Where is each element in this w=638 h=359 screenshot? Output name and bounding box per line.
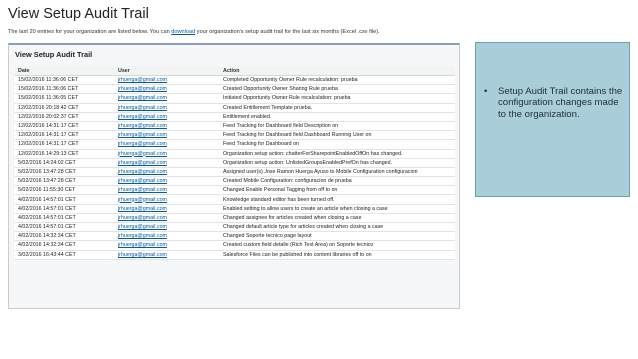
column-header-date: Date xyxy=(15,66,115,76)
date-cell: 5/02/2016 13:47:28 CET xyxy=(15,167,115,178)
date-cell: 4/02/2016 14:57:01 CET xyxy=(15,213,115,224)
user-link[interactable]: jrhuerga@gmail.com xyxy=(115,130,220,141)
intro-text-before: The last 20 entries for your organizatio… xyxy=(8,29,172,35)
audit-table-body: 15/02/2016 11:36:06 CET jrhuerga@gmail.co… xyxy=(15,75,455,260)
date-cell: 12/02/2016 14:29:13 CET xyxy=(15,149,115,159)
callout-text: Setup Audit Trail contains the configura… xyxy=(498,86,623,120)
user-link[interactable]: jrhuerga@gmail.com xyxy=(115,240,220,251)
table-row: 12/02/2016 20:02:37 CET jrhuerga@gmail.co… xyxy=(15,112,455,122)
date-cell: 5/02/2016 13:47:28 CET xyxy=(15,176,115,187)
table-row: 5/02/2016 13:47:28 CET jrhuerga@gmail.com… xyxy=(15,176,455,187)
action-cell: Created custom field detalle (Rich Text … xyxy=(220,240,455,251)
date-cell: 15/02/2016 11:36:06 CET xyxy=(15,75,115,86)
action-cell: Knowledge standard editor has been turne… xyxy=(220,194,455,205)
download-link[interactable]: download xyxy=(171,29,195,35)
panel-heading: View Setup Audit Trail xyxy=(15,50,93,59)
action-cell: Created Opportunity Owner Sharing Rule p… xyxy=(220,84,455,95)
user-link[interactable]: jrhuerga@gmail.com xyxy=(115,158,220,168)
table-row: 4/02/2016 14:32:34 CET jrhuerga@gmail.com… xyxy=(15,231,455,242)
user-link[interactable]: jrhuerga@gmail.com xyxy=(115,121,220,132)
table-row: 12/02/2016 14:31:17 CET jrhuerga@gmail.co… xyxy=(15,121,455,132)
date-cell: 12/02/2016 14:31:17 CET xyxy=(15,139,115,150)
action-cell: Assigned user(s) Jose Ramon Huerga Ayuso… xyxy=(220,167,455,178)
action-cell: Changed default article type for article… xyxy=(220,222,455,233)
user-link[interactable]: jrhuerga@gmail.com xyxy=(115,139,220,150)
action-cell: Organization setup action: chatterForSha… xyxy=(220,149,455,159)
table-row: 4/02/2016 14:57:01 CET jrhuerga@gmail.com… xyxy=(15,213,455,224)
table-row: 4/02/2016 14:57:01 CET jrhuerga@gmail.com… xyxy=(15,222,455,233)
table-row: 4/02/2016 14:32:34 CET jrhuerga@gmail.com… xyxy=(15,240,455,251)
bullet-icon: • xyxy=(484,86,488,97)
table-row: 12/02/2016 14:31:17 CET jrhuerga@gmail.co… xyxy=(15,130,455,141)
date-cell: 4/02/2016 14:57:01 CET xyxy=(15,194,115,205)
intro-text: The last 20 entries for your organizatio… xyxy=(8,29,380,35)
audit-trail-table: Date User Action 15/02/2016 11:36:06 CET… xyxy=(15,66,455,260)
user-link[interactable]: jrhuerga@gmail.com xyxy=(115,103,220,113)
date-cell: 12/02/2016 14:31:17 CET xyxy=(15,130,115,141)
date-cell: 12/02/2016 14:31:17 CET xyxy=(15,121,115,132)
user-link[interactable]: jrhuerga@gmail.com xyxy=(115,204,220,214)
user-link[interactable]: jrhuerga@gmail.com xyxy=(115,222,220,233)
action-cell: Changed Enable Personal Tagging from off… xyxy=(220,185,455,196)
user-link[interactable]: jrhuerga@gmail.com xyxy=(115,213,220,224)
user-link[interactable]: jrhuerga@gmail.com xyxy=(115,84,220,95)
action-cell: Salesforce Files can be published into c… xyxy=(220,250,455,260)
date-cell: 4/02/2016 14:32:34 CET xyxy=(15,231,115,242)
user-link[interactable]: jrhuerga@gmail.com xyxy=(115,194,220,205)
user-link[interactable]: jrhuerga@gmail.com xyxy=(115,176,220,187)
action-cell: Changed Soporte tecnico page layout xyxy=(220,231,455,242)
action-cell: Enabled setting to allow users to create… xyxy=(220,204,455,214)
action-cell: Created Entitlement Template prueba. xyxy=(220,103,455,113)
table-row: 5/02/2016 14:24:02 CET jrhuerga@gmail.com… xyxy=(15,158,455,168)
date-cell: 4/02/2016 14:32:34 CET xyxy=(15,240,115,251)
column-header-user: User xyxy=(115,66,220,76)
page-title: View Setup Audit Trail xyxy=(8,6,149,22)
table-row: 5/02/2016 13:47:28 CET jrhuerga@gmail.com… xyxy=(15,167,455,178)
user-link[interactable]: jrhuerga@gmail.com xyxy=(115,167,220,178)
action-cell: Changed assignee for articles created wh… xyxy=(220,213,455,224)
date-cell: 4/02/2016 14:57:01 CET xyxy=(15,222,115,233)
action-cell: Organization setup action: UnlistedGroup… xyxy=(220,158,455,168)
user-link[interactable]: jrhuerga@gmail.com xyxy=(115,231,220,242)
table-row: 15/02/2016 11:36:06 CET jrhuerga@gmail.co… xyxy=(15,84,455,95)
table-row: 4/02/2016 14:57:01 CET jrhuerga@gmail.com… xyxy=(15,204,455,214)
audit-trail-panel: View Setup Audit Trail Date User Action … xyxy=(8,43,460,309)
user-link[interactable]: jrhuerga@gmail.com xyxy=(115,250,220,260)
table-row: 3/02/2016 16:43:44 CET jrhuerga@gmail.com… xyxy=(15,250,455,260)
user-link[interactable]: jrhuerga@gmail.com xyxy=(115,185,220,196)
table-row: 12/02/2016 14:29:13 CET jrhuerga@gmail.co… xyxy=(15,149,455,159)
table-row: 15/02/2016 11:36:05 CET jrhuerga@gmail.co… xyxy=(15,93,455,104)
date-cell: 4/02/2016 14:57:01 CET xyxy=(15,204,115,214)
intro-text-after: your organization's setup audit trail fo… xyxy=(195,29,380,35)
action-cell: Entitlement enabled. xyxy=(220,112,455,122)
date-cell: 12/02/2016 20:18:42 CET xyxy=(15,103,115,113)
action-cell: Feed Tracking for Dashboard field Dashbo… xyxy=(220,130,455,141)
table-row: 4/02/2016 14:57:01 CET jrhuerga@gmail.com… xyxy=(15,194,455,205)
callout-box: • Setup Audit Trail contains the configu… xyxy=(475,42,630,197)
table-row: 12/02/2016 20:18:42 CET jrhuerga@gmail.co… xyxy=(15,103,455,113)
date-cell: 3/02/2016 16:43:44 CET xyxy=(15,250,115,260)
action-cell: Initiated Opportunity Owner Rule recalcu… xyxy=(220,93,455,104)
action-cell: Completed Opportunity Owner Rule recalcu… xyxy=(220,75,455,86)
date-cell: 12/02/2016 20:02:37 CET xyxy=(15,112,115,122)
date-cell: 5/02/2016 14:24:02 CET xyxy=(15,158,115,168)
user-link[interactable]: jrhuerga@gmail.com xyxy=(115,75,220,86)
action-cell: Created Mobile Configuration: configurac… xyxy=(220,176,455,187)
date-cell: 5/02/2016 11:55:30 CET xyxy=(15,185,115,196)
table-row: 5/02/2016 11:55:30 CET jrhuerga@gmail.com… xyxy=(15,185,455,196)
user-link[interactable]: jrhuerga@gmail.com xyxy=(115,112,220,122)
action-cell: Feed Tracking for Dashboard field Descri… xyxy=(220,121,455,132)
callout-list-item: • Setup Audit Trail contains the configu… xyxy=(484,86,624,120)
column-header-action: Action xyxy=(220,66,455,76)
user-link[interactable]: jrhuerga@gmail.com xyxy=(115,149,220,159)
table-row: 12/02/2016 14:31:17 CET jrhuerga@gmail.co… xyxy=(15,139,455,150)
user-link[interactable]: jrhuerga@gmail.com xyxy=(115,93,220,104)
callout-list: • Setup Audit Trail contains the configu… xyxy=(484,86,624,120)
table-row: 15/02/2016 11:36:06 CET jrhuerga@gmail.co… xyxy=(15,75,455,86)
date-cell: 15/02/2016 11:36:06 CET xyxy=(15,84,115,95)
date-cell: 15/02/2016 11:36:05 CET xyxy=(15,93,115,104)
table-header-row: Date User Action xyxy=(15,66,455,76)
action-cell: Feed Tracking for Dashboard on xyxy=(220,139,455,150)
